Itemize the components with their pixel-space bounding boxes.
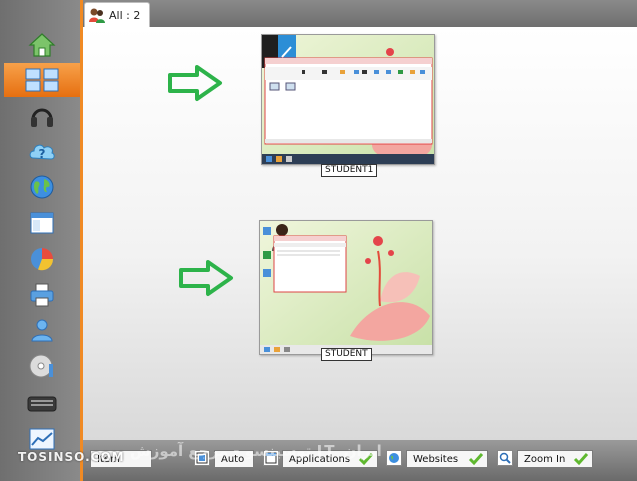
client-thumbnail-student1[interactable]: [261, 34, 435, 165]
svg-text:?: ?: [39, 147, 46, 161]
remote-desktop-screenshot: [262, 35, 434, 164]
client-thumbnail-student[interactable]: [259, 220, 433, 355]
pie-chart-icon: [31, 248, 54, 271]
tab-all[interactable]: All : 2: [84, 2, 150, 27]
help-icon: ?: [29, 144, 55, 161]
zoom-in-label: Zoom In: [524, 453, 566, 465]
sidebar-item-cd[interactable]: [4, 349, 80, 383]
arrow-right-icon: [168, 65, 222, 101]
client-label: STUDENT: [321, 348, 372, 361]
websites-button[interactable]: Websites: [406, 450, 488, 468]
websites-icon[interactable]: [386, 450, 402, 466]
sidebar-item-globe[interactable]: [4, 170, 80, 204]
window-icon: [30, 212, 54, 234]
sidebar-item-window[interactable]: [4, 206, 80, 240]
client-thumbnails-area: STUDENT1 STUDENT: [83, 27, 637, 440]
sidebar: ?: [0, 0, 83, 481]
cd-icon: [29, 354, 53, 378]
remote-desktop-screenshot: [260, 221, 432, 354]
arrow-right-icon: [179, 260, 233, 296]
zoom-in-button[interactable]: Zoom In: [517, 450, 593, 468]
client-label: STUDENT1: [321, 164, 378, 177]
websites-label: Websites: [413, 453, 459, 465]
printer-icon: [30, 283, 54, 307]
sidebar-item-user[interactable]: [4, 313, 80, 347]
sidebar-item-thumbnails[interactable]: [4, 63, 80, 97]
headphones-icon: [31, 108, 53, 127]
globe-icon: [30, 175, 54, 199]
sidebar-item-printer[interactable]: [4, 278, 80, 312]
sidebar-item-headphones[interactable]: [4, 99, 80, 133]
thumbnails-icon: [25, 68, 59, 92]
watermark: TOSINSO.COM: [18, 450, 125, 464]
check-icon: [468, 453, 484, 466]
users-icon: [89, 8, 105, 23]
tab-strip: All : 2: [83, 0, 637, 27]
sidebar-item-home[interactable]: [4, 28, 80, 62]
sidebar-item-help[interactable]: ?: [4, 135, 80, 169]
home-icon: [28, 33, 56, 57]
sidebar-item-keyboard[interactable]: [4, 387, 80, 421]
sidebar-item-pie-chart[interactable]: [4, 242, 80, 276]
magnifier-icon[interactable]: [497, 450, 513, 466]
check-icon: [573, 453, 589, 466]
watermark-arabic: توسینسو - مرجع آموزش IT ایران: [130, 442, 382, 460]
keyboard-icon: [27, 396, 57, 412]
user-icon: [31, 319, 53, 342]
tab-label: All : 2: [109, 8, 141, 22]
